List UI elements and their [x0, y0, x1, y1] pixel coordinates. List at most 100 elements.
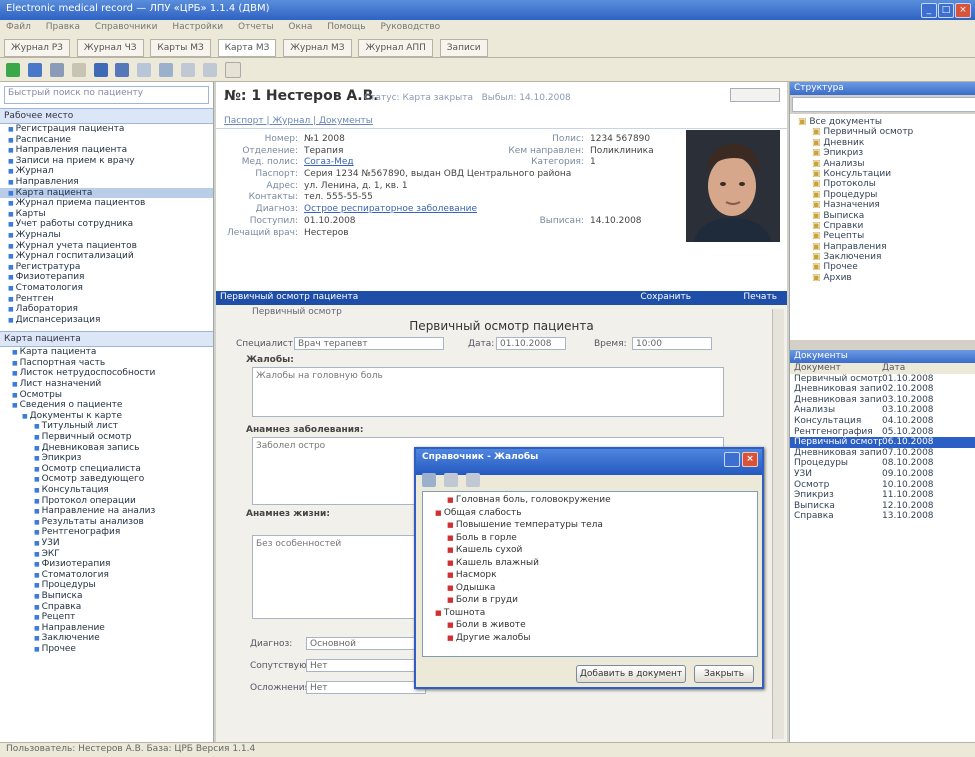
structure-item[interactable]: ▣ Справки — [794, 221, 971, 231]
tree-item[interactable]: Осмотр заведующего — [0, 474, 213, 485]
copy-icon[interactable] — [49, 63, 64, 77]
nav-item[interactable]: Журнал учета пациентов — [0, 241, 213, 252]
menu-item[interactable]: Правка — [46, 22, 80, 32]
nav-item[interactable]: Направления пациента — [0, 145, 213, 156]
card-close-button[interactable] — [730, 88, 780, 102]
document-row[interactable]: Консультация 04.10.2008 — [790, 416, 975, 427]
maximize-icon[interactable]: □ — [938, 3, 954, 18]
nav-item[interactable]: Лаборатория — [0, 304, 213, 315]
nav-item[interactable]: Рентген — [0, 294, 213, 305]
document-row[interactable]: Дневниковая запись07.10.2008 — [790, 448, 975, 459]
tree-item[interactable]: Стоматология — [0, 570, 213, 581]
tree-item[interactable]: Направление — [0, 623, 213, 634]
dialog-delete-icon[interactable] — [465, 473, 480, 487]
dialog-item[interactable]: Тошнота — [429, 607, 751, 620]
tree-item[interactable]: Протокол операции — [0, 496, 213, 507]
tree-item[interactable]: Сведения о пациенте — [0, 400, 213, 411]
tree-item[interactable]: Направление на анализ — [0, 506, 213, 517]
document-row[interactable]: Справка 13.10.2008 — [790, 511, 975, 522]
tree-item[interactable]: Рентгенография — [0, 527, 213, 538]
structure-item[interactable]: ▣ Дневник — [794, 138, 971, 148]
document-row[interactable]: Эпикриз 11.10.2008 — [790, 490, 975, 501]
nav-item[interactable]: Карта пациента — [0, 187, 213, 199]
document-row[interactable]: Процедуры 08.10.2008 — [790, 458, 975, 469]
tree-item[interactable]: Физиотерапия — [0, 559, 213, 570]
complications-field[interactable]: Нет — [306, 681, 426, 694]
tree-item[interactable]: Осмотр специалиста — [0, 464, 213, 475]
dialog-item[interactable]: Другие жалобы — [429, 632, 751, 645]
document-row[interactable]: Первичный осмотр 01.10.2008 — [790, 374, 975, 385]
dialog-close-button[interactable]: Закрыть — [694, 665, 754, 683]
dialog-item[interactable]: Боли в животе — [429, 619, 751, 632]
document-row[interactable]: Дневниковая запись02.10.2008 — [790, 384, 975, 395]
tree-item[interactable]: ЭКГ — [0, 549, 213, 560]
nav-item[interactable]: Стоматология — [0, 283, 213, 294]
dialog-item[interactable]: Повышение температуры тела — [429, 519, 751, 532]
quick-search-input[interactable]: Быстрый поиск по пациенту — [4, 86, 209, 104]
dialog-item[interactable]: Кашель влажный — [429, 557, 751, 570]
tab-1[interactable]: Журнал РЗ — [4, 39, 70, 57]
nav-item[interactable]: Физиотерапия — [0, 272, 213, 283]
tab-6[interactable]: Журнал АПП — [358, 39, 433, 57]
tree-item[interactable]: Результаты анализов — [0, 517, 213, 528]
menu-item[interactable]: Отчеты — [238, 22, 274, 32]
arrow-left-icon[interactable] — [181, 63, 195, 77]
minimize-icon[interactable]: _ — [921, 3, 937, 18]
dialog-add-icon[interactable] — [422, 473, 436, 487]
tree-item[interactable]: Листок нетрудоспособности — [0, 368, 213, 379]
tab-2[interactable]: Журнал ЧЗ — [76, 39, 144, 57]
dialog-item[interactable]: Общая слабость — [429, 507, 751, 520]
structure-item[interactable]: ▣ Анализы — [794, 159, 971, 169]
nav-item[interactable]: Направления — [0, 177, 213, 188]
concomitant-field[interactable]: Нет — [306, 659, 426, 672]
specialist-field[interactable]: Врач терапевт — [294, 337, 444, 350]
dialog-item[interactable]: Боль в горле — [429, 532, 751, 545]
time-field[interactable]: 10:00 — [632, 337, 712, 350]
nav-item[interactable]: Диспансеризация — [0, 315, 213, 326]
close-icon[interactable]: × — [955, 3, 971, 18]
nav-item[interactable]: Карты — [0, 209, 213, 220]
dialog-maximize-icon[interactable] — [724, 452, 740, 467]
cut-icon[interactable] — [71, 63, 86, 77]
tab-5[interactable]: Журнал МЗ — [283, 39, 352, 57]
card-tab[interactable]: Документы — [319, 116, 373, 126]
dialog-item[interactable]: Одышка — [429, 582, 751, 595]
menu-item[interactable]: Помощь — [327, 22, 365, 32]
band-print-button[interactable]: Печать — [743, 292, 777, 302]
tree-item[interactable]: Паспортная часть — [0, 358, 213, 369]
dialog-item[interactable]: Насморк — [429, 569, 751, 582]
tree-item[interactable]: Титульный лист — [0, 421, 213, 432]
filter-icon[interactable] — [137, 63, 152, 77]
tab-3[interactable]: Карты МЗ — [150, 39, 211, 57]
column-document[interactable]: Документ — [790, 363, 882, 374]
structure-item[interactable]: ▣ Прочее — [794, 262, 971, 272]
refresh-icon[interactable] — [6, 63, 20, 77]
nav-item[interactable]: Учет работы сотрудника — [0, 219, 213, 230]
document-row[interactable]: Дневниковая запись03.10.2008 — [790, 395, 975, 406]
nav-item[interactable]: Журнал — [0, 166, 213, 177]
menu-item[interactable]: Настройки — [172, 22, 223, 32]
menu-item[interactable]: Окна — [288, 22, 312, 32]
document-row[interactable]: Выписка 12.10.2008 — [790, 501, 975, 512]
grid-icon[interactable] — [115, 63, 130, 77]
document-row[interactable]: Осмотр 10.10.2008 — [790, 480, 975, 491]
complaints-text[interactable]: Жалобы на головную боль — [252, 367, 724, 417]
card-tab[interactable]: Паспорт — [224, 116, 264, 126]
tree-item[interactable]: Осмотры — [0, 390, 213, 401]
nav-item[interactable]: Регистрация пациента — [0, 124, 213, 135]
card-tab[interactable]: Журнал — [272, 116, 310, 126]
structure-item[interactable]: ▣ Архив — [794, 273, 971, 283]
tree-item[interactable]: Выписка — [0, 591, 213, 602]
tab-7[interactable]: Записи — [439, 39, 488, 57]
dialog-edit-icon[interactable] — [443, 473, 458, 487]
structure-filter[interactable] — [792, 97, 975, 112]
menu-item[interactable]: Руководство — [380, 22, 440, 32]
help-icon[interactable] — [224, 62, 241, 78]
save-icon[interactable] — [27, 63, 42, 77]
nav-section-header[interactable]: Рабочее место — [0, 108, 213, 124]
document-row[interactable]: Рентгенография 05.10.2008 — [790, 427, 975, 438]
print-icon[interactable] — [93, 63, 108, 77]
nav-item[interactable]: Регистратура — [0, 262, 213, 273]
structure-item[interactable]: ▣ Процедуры — [794, 190, 971, 200]
tab-4[interactable]: Карта МЗ — [217, 39, 277, 57]
